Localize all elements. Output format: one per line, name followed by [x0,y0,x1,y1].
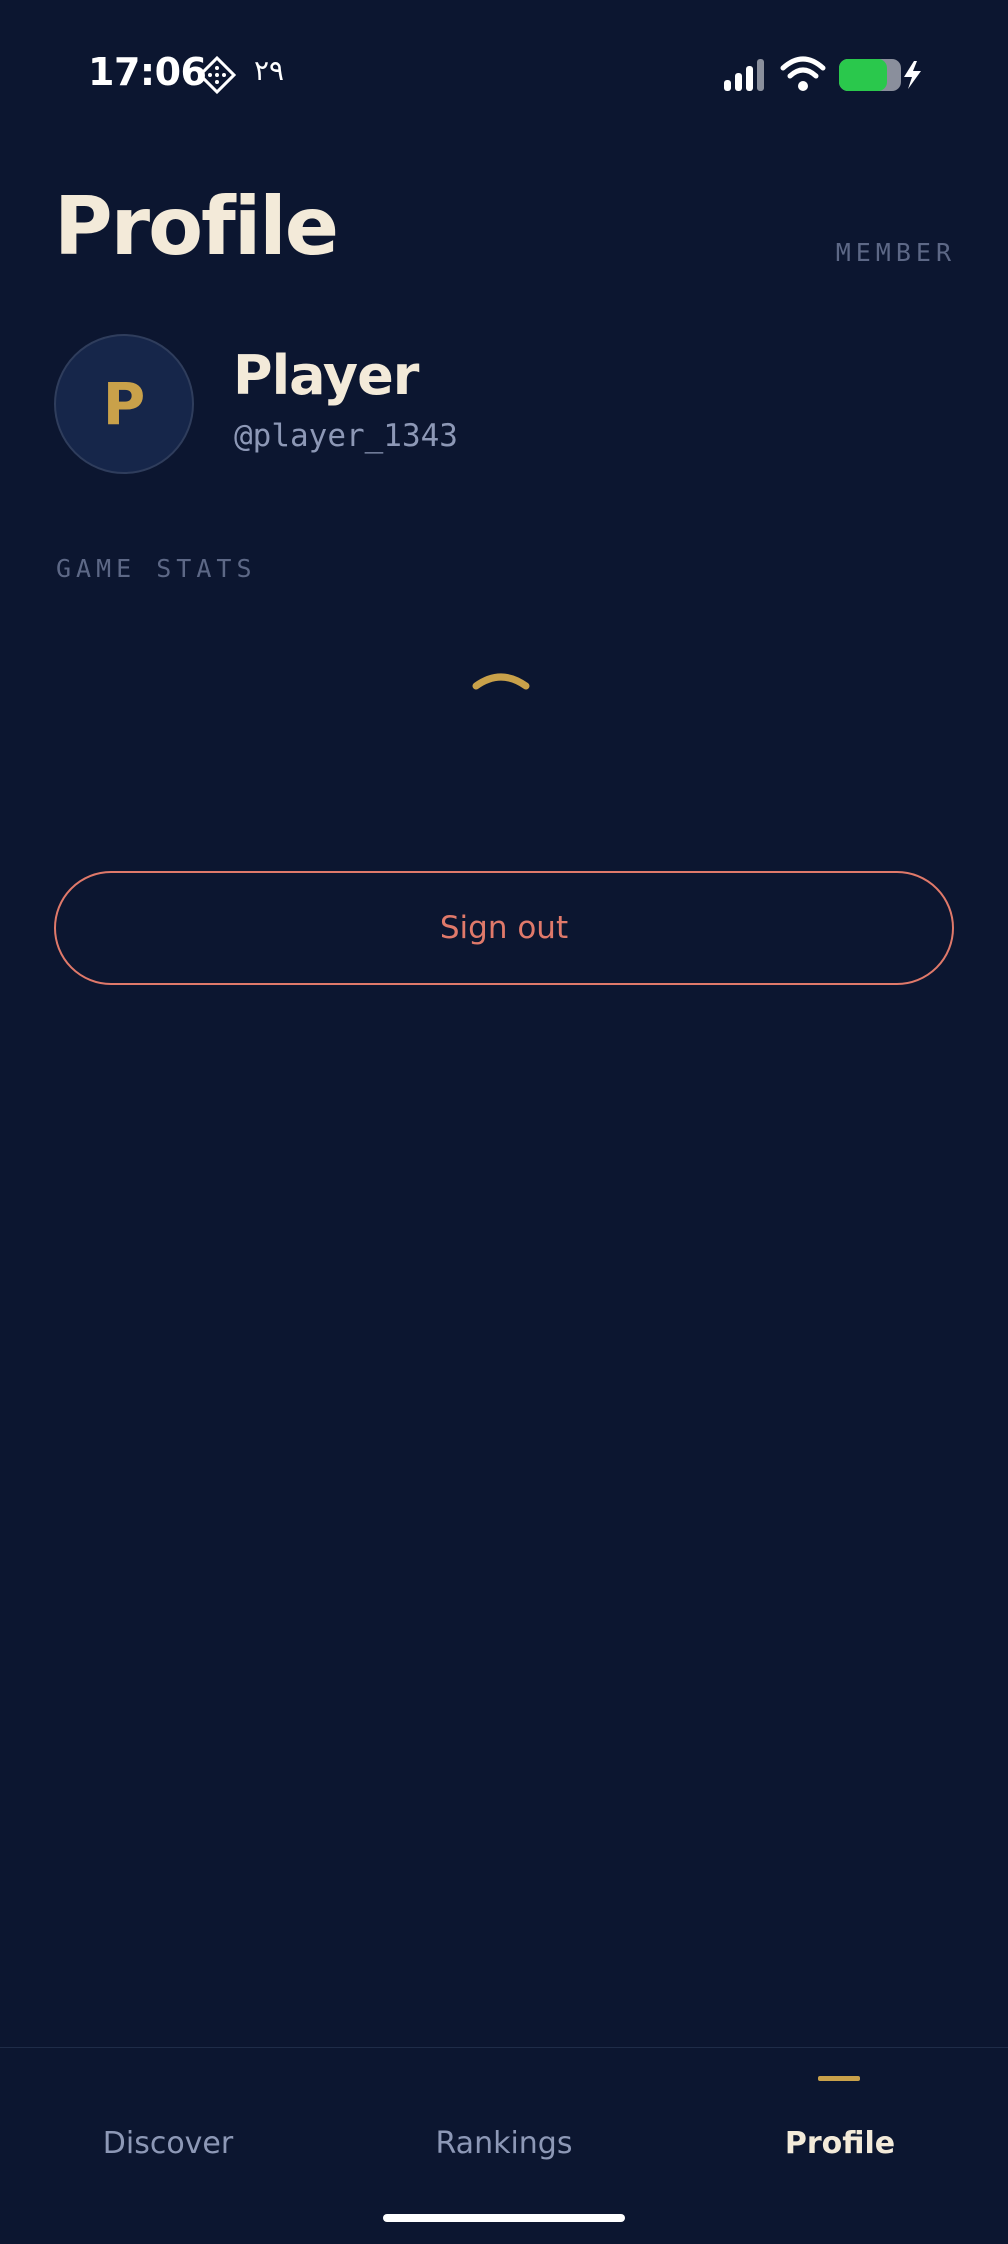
membership-badge: MEMBER [835,238,956,267]
diamond-grid-icon [198,56,236,94]
page-title: Profile [54,180,339,273]
tab-discover-label: Discover [102,2125,234,2161]
sign-out-label: Sign out [439,910,569,946]
game-stats-heading: GAME STATS [56,554,257,583]
status-time: 17:06 [88,50,207,94]
cellular-signal-icon [724,59,764,91]
tab-rankings-label: Rankings [435,2125,573,2161]
active-tab-indicator [818,2076,860,2081]
loading-spinner-icon [472,673,530,690]
sign-out-button[interactable]: Sign out [54,871,954,985]
profile-handle: @player_1343 [234,418,458,454]
avatar-initial: P [102,370,146,438]
home-indicator[interactable] [383,2214,625,2222]
tab-discover[interactable]: Discover [0,2048,336,2198]
tab-profile[interactable]: Profile [672,2048,1008,2198]
status-date: ۲۹ [254,54,285,87]
status-bar: 17:06 ۲۹ [0,0,1008,150]
tab-rankings[interactable]: Rankings [336,2048,672,2198]
tab-profile-label: Profile [784,2125,896,2161]
profile-name: Player [233,344,419,407]
avatar: P [54,334,194,474]
battery-charging-icon [839,59,921,91]
wifi-icon [780,56,826,91]
